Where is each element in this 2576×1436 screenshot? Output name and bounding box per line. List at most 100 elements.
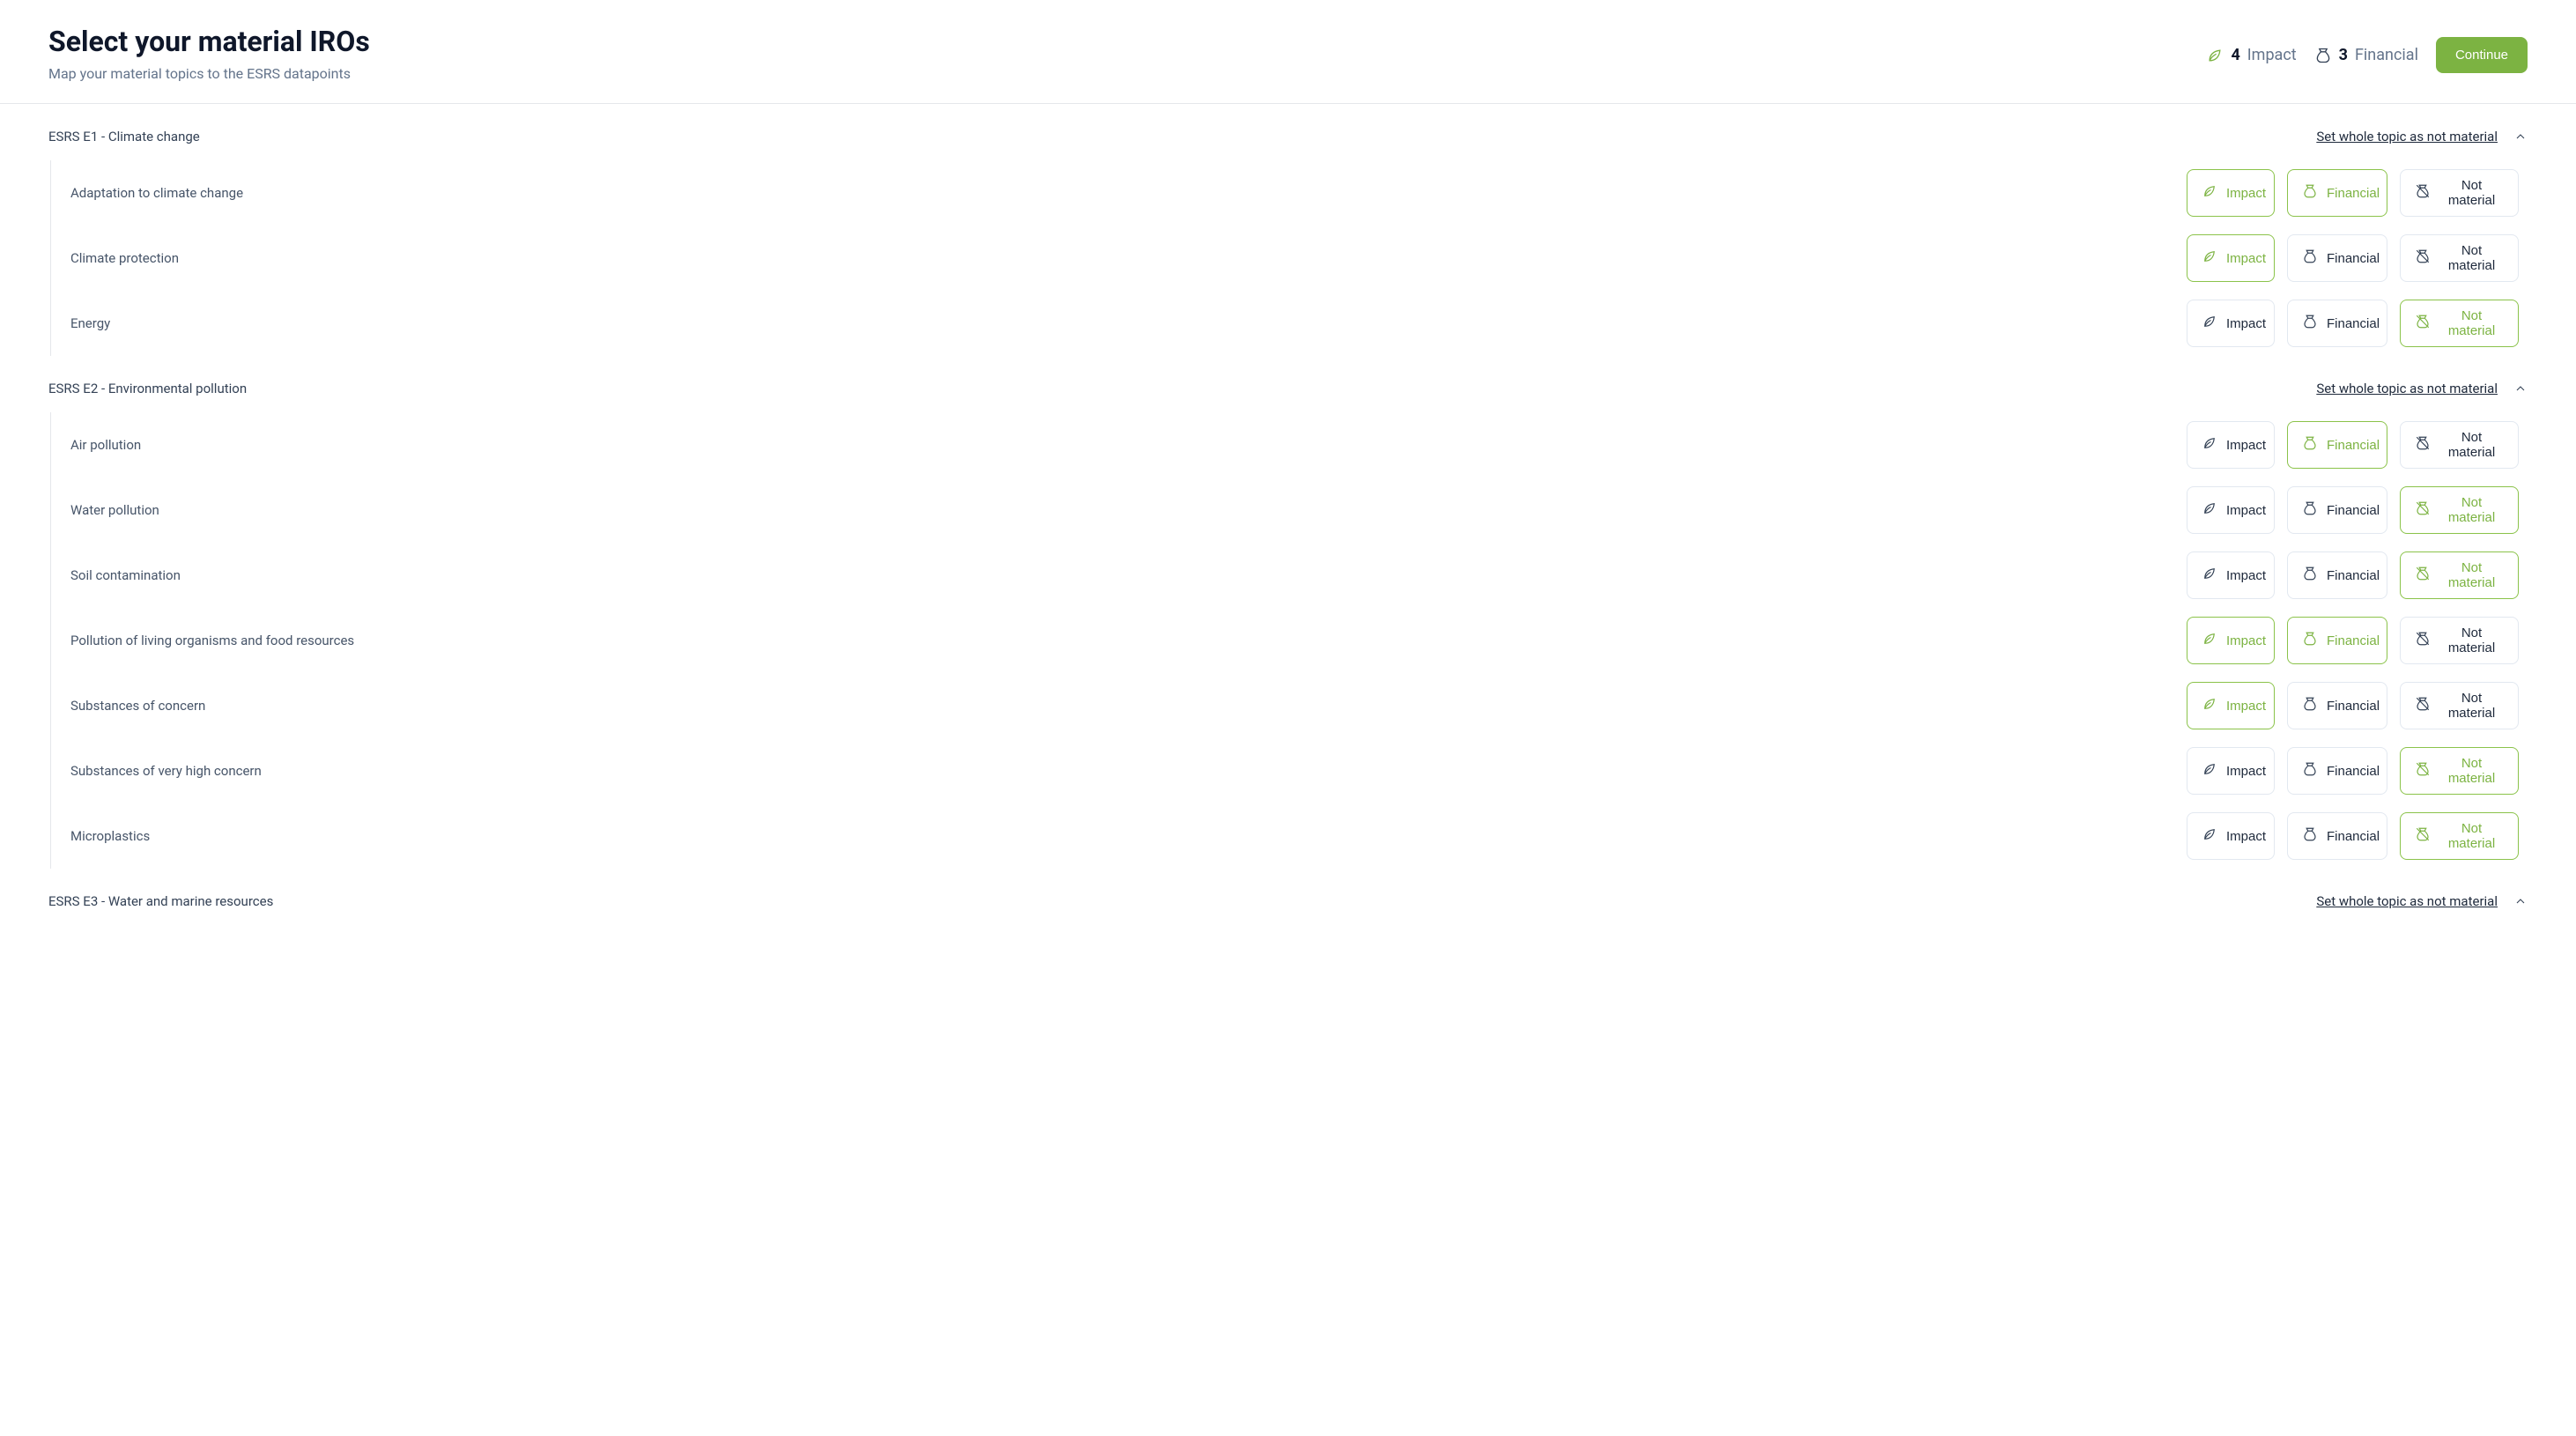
- subtopic-label: Soil contamination: [70, 567, 181, 583]
- subtopic-row: Water pollution Impact Financial Not materi…: [51, 477, 2528, 543]
- not-material-button-label: Not material: [2439, 308, 2504, 338]
- materiality-button-group: Impact Financial Not material: [2187, 812, 2528, 860]
- subtopic-label: Energy: [70, 315, 110, 331]
- impact-button-label: Impact: [2226, 186, 2266, 201]
- leaf-icon: [2202, 500, 2217, 520]
- financial-button-label: Financial: [2327, 438, 2380, 453]
- moneybag-icon: [2302, 631, 2318, 650]
- subtopic-label: Adaptation to climate change: [70, 185, 243, 201]
- impact-button-label: Impact: [2226, 503, 2266, 518]
- not-material-button-label: Not material: [2439, 691, 2504, 721]
- impact-button[interactable]: Impact: [2187, 682, 2275, 729]
- financial-button[interactable]: Financial: [2287, 169, 2387, 217]
- topic-title: ESRS E3 - Water and marine resources: [48, 893, 273, 909]
- financial-button[interactable]: Financial: [2287, 421, 2387, 469]
- materiality-button-group: Impact Financial Not material: [2187, 617, 2528, 664]
- set-whole-topic-not-material-link[interactable]: Set whole topic as not material: [2316, 893, 2498, 909]
- not-material-button[interactable]: Not material: [2400, 551, 2519, 599]
- not-material-button-label: Not material: [2439, 821, 2504, 851]
- financial-button[interactable]: Financial: [2287, 300, 2387, 347]
- not-material-button[interactable]: Not material: [2400, 486, 2519, 534]
- chevron-up-icon[interactable]: [2513, 130, 2528, 144]
- financial-button-label: Financial: [2327, 251, 2380, 266]
- subtopic-label: Air pollution: [70, 437, 141, 453]
- topics-container: ESRS E1 - Climate change Set whole topic …: [0, 104, 2576, 925]
- financial-button[interactable]: Financial: [2287, 486, 2387, 534]
- financial-button[interactable]: Financial: [2287, 682, 2387, 729]
- subtopic-row: Air pollution Impact Financial Not material: [51, 412, 2528, 477]
- financial-button-label: Financial: [2327, 829, 2380, 844]
- not-material-button[interactable]: Not material: [2400, 300, 2519, 347]
- topic-title: ESRS E2 - Environmental pollution: [48, 381, 247, 396]
- financial-button[interactable]: Financial: [2287, 812, 2387, 860]
- impact-button[interactable]: Impact: [2187, 234, 2275, 282]
- impact-button[interactable]: Impact: [2187, 617, 2275, 664]
- moneybag-slash-icon: [2415, 500, 2431, 520]
- financial-button-label: Financial: [2327, 568, 2380, 583]
- financial-button[interactable]: Financial: [2287, 747, 2387, 795]
- topic-header-right: Set whole topic as not material: [2316, 893, 2528, 909]
- chevron-up-icon[interactable]: [2513, 894, 2528, 908]
- moneybag-slash-icon: [2415, 631, 2431, 650]
- not-material-button[interactable]: Not material: [2400, 812, 2519, 860]
- materiality-button-group: Impact Financial Not material: [2187, 421, 2528, 469]
- topic-header-right: Set whole topic as not material: [2316, 129, 2528, 144]
- subtopic-row: Substances of concernImpactFinancialNot …: [51, 673, 2528, 738]
- chevron-up-icon[interactable]: [2513, 381, 2528, 396]
- not-material-button-label: Not material: [2439, 495, 2504, 525]
- header-right: 4 Impact 3 Financial Continue: [2206, 37, 2528, 73]
- summary-financial: 3 Financial: [2314, 46, 2418, 64]
- impact-button[interactable]: Impact: [2187, 747, 2275, 795]
- topic-header-right: Set whole topic as not material: [2316, 381, 2528, 396]
- materiality-button-group: Impact Financial Not material: [2187, 234, 2528, 282]
- subtopic-row: Adaptation to climate change Impact Financ…: [51, 160, 2528, 226]
- subtopic-row: Pollution of living organisms and food r…: [51, 608, 2528, 673]
- moneybag-icon: [2302, 566, 2318, 585]
- topic-header: ESRS E3 - Water and marine resources Set …: [48, 869, 2528, 925]
- subtopic-row: MicroplasticsImpactFinancialNot material: [51, 803, 2528, 869]
- not-material-button[interactable]: Not material: [2400, 747, 2519, 795]
- not-material-button[interactable]: Not material: [2400, 234, 2519, 282]
- financial-button[interactable]: Financial: [2287, 551, 2387, 599]
- impact-button-label: Impact: [2226, 438, 2266, 453]
- moneybag-slash-icon: [2415, 248, 2431, 268]
- moneybag-slash-icon: [2415, 314, 2431, 333]
- leaf-icon: [2206, 47, 2224, 64]
- not-material-button[interactable]: Not material: [2400, 421, 2519, 469]
- moneybag-icon: [2302, 435, 2318, 455]
- subtopic-group: Adaptation to climate changeImpactFinanc…: [50, 160, 2528, 356]
- not-material-button-label: Not material: [2439, 756, 2504, 786]
- financial-button-label: Financial: [2327, 764, 2380, 779]
- topic-header: ESRS E1 - Climate change Set whole topic …: [48, 104, 2528, 160]
- header-left: Select your material IROs Map your mater…: [48, 25, 370, 82]
- impact-button[interactable]: Impact: [2187, 812, 2275, 860]
- not-material-button[interactable]: Not material: [2400, 617, 2519, 664]
- set-whole-topic-not-material-link[interactable]: Set whole topic as not material: [2316, 381, 2498, 396]
- not-material-button-label: Not material: [2439, 430, 2504, 460]
- page-header: Select your material IROs Map your mater…: [0, 0, 2576, 104]
- impact-button[interactable]: Impact: [2187, 300, 2275, 347]
- impact-button-label: Impact: [2226, 633, 2266, 648]
- leaf-icon: [2202, 435, 2217, 455]
- not-material-button[interactable]: Not material: [2400, 682, 2519, 729]
- financial-button[interactable]: Financial: [2287, 234, 2387, 282]
- moneybag-icon: [2302, 696, 2318, 715]
- impact-button[interactable]: Impact: [2187, 421, 2275, 469]
- materiality-button-group: Impact Financial Not material: [2187, 300, 2528, 347]
- not-material-button[interactable]: Not material: [2400, 169, 2519, 217]
- continue-button[interactable]: Continue: [2436, 37, 2528, 73]
- moneybag-icon: [2302, 183, 2318, 203]
- impact-button[interactable]: Impact: [2187, 486, 2275, 534]
- topic-title: ESRS E1 - Climate change: [48, 129, 200, 144]
- impact-button[interactable]: Impact: [2187, 551, 2275, 599]
- financial-button[interactable]: Financial: [2287, 617, 2387, 664]
- not-material-button-label: Not material: [2439, 243, 2504, 273]
- subtopic-label: Water pollution: [70, 502, 159, 518]
- materiality-button-group: Impact Financial Not material: [2187, 747, 2528, 795]
- impact-button[interactable]: Impact: [2187, 169, 2275, 217]
- set-whole-topic-not-material-link[interactable]: Set whole topic as not material: [2316, 129, 2498, 144]
- leaf-icon: [2202, 761, 2217, 781]
- impact-button-label: Impact: [2226, 764, 2266, 779]
- financial-button-label: Financial: [2327, 699, 2380, 714]
- subtopic-group: Air pollutionImpactFinancialNot material…: [50, 412, 2528, 869]
